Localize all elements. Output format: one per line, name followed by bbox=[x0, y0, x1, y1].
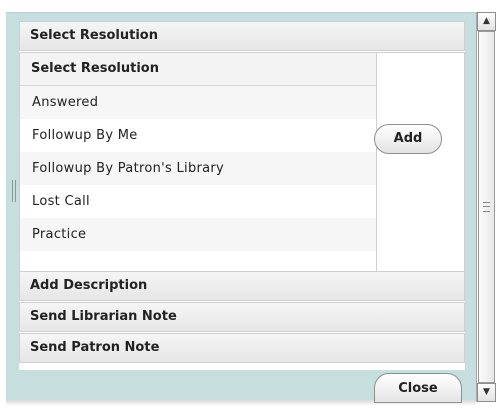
resolution-list-header: Select Resolution bbox=[20, 53, 376, 86]
list-item-practice[interactable]: Practice bbox=[20, 218, 376, 251]
resolution-content: Select Resolution Answered Followup By M… bbox=[19, 52, 465, 289]
vertical-scrollbar[interactable]: ▲ ▼ bbox=[476, 12, 496, 402]
add-button[interactable]: Add bbox=[374, 124, 442, 154]
send-patron-note-section-header[interactable]: Send Patron Note bbox=[19, 333, 465, 363]
grip-icon bbox=[483, 202, 490, 212]
send-librarian-note-section-header[interactable]: Send Librarian Note bbox=[19, 302, 465, 332]
resolution-list: Select Resolution Answered Followup By M… bbox=[20, 53, 377, 288]
list-item-answered[interactable]: Answered bbox=[20, 86, 376, 119]
scroll-down-button[interactable]: ▼ bbox=[477, 383, 496, 402]
arrow-down-icon: ▼ bbox=[483, 387, 490, 397]
scroll-up-button[interactable]: ▲ bbox=[477, 12, 496, 31]
accordion-panel: Select Resolution Select Resolution Answ… bbox=[19, 21, 465, 370]
list-item-followup-by-patrons-library[interactable]: Followup By Patron's Library bbox=[20, 152, 376, 185]
list-item-followup-by-me[interactable]: Followup By Me bbox=[20, 119, 376, 152]
select-resolution-section-header[interactable]: Select Resolution bbox=[19, 21, 465, 51]
list-item-lost-call[interactable]: Lost Call bbox=[20, 185, 376, 218]
arrow-up-icon: ▲ bbox=[483, 16, 490, 26]
close-button[interactable]: Close bbox=[374, 373, 462, 403]
scroll-thumb[interactable] bbox=[478, 31, 495, 383]
resize-handle[interactable] bbox=[12, 180, 16, 202]
add-description-section-header[interactable]: Add Description bbox=[19, 271, 465, 301]
